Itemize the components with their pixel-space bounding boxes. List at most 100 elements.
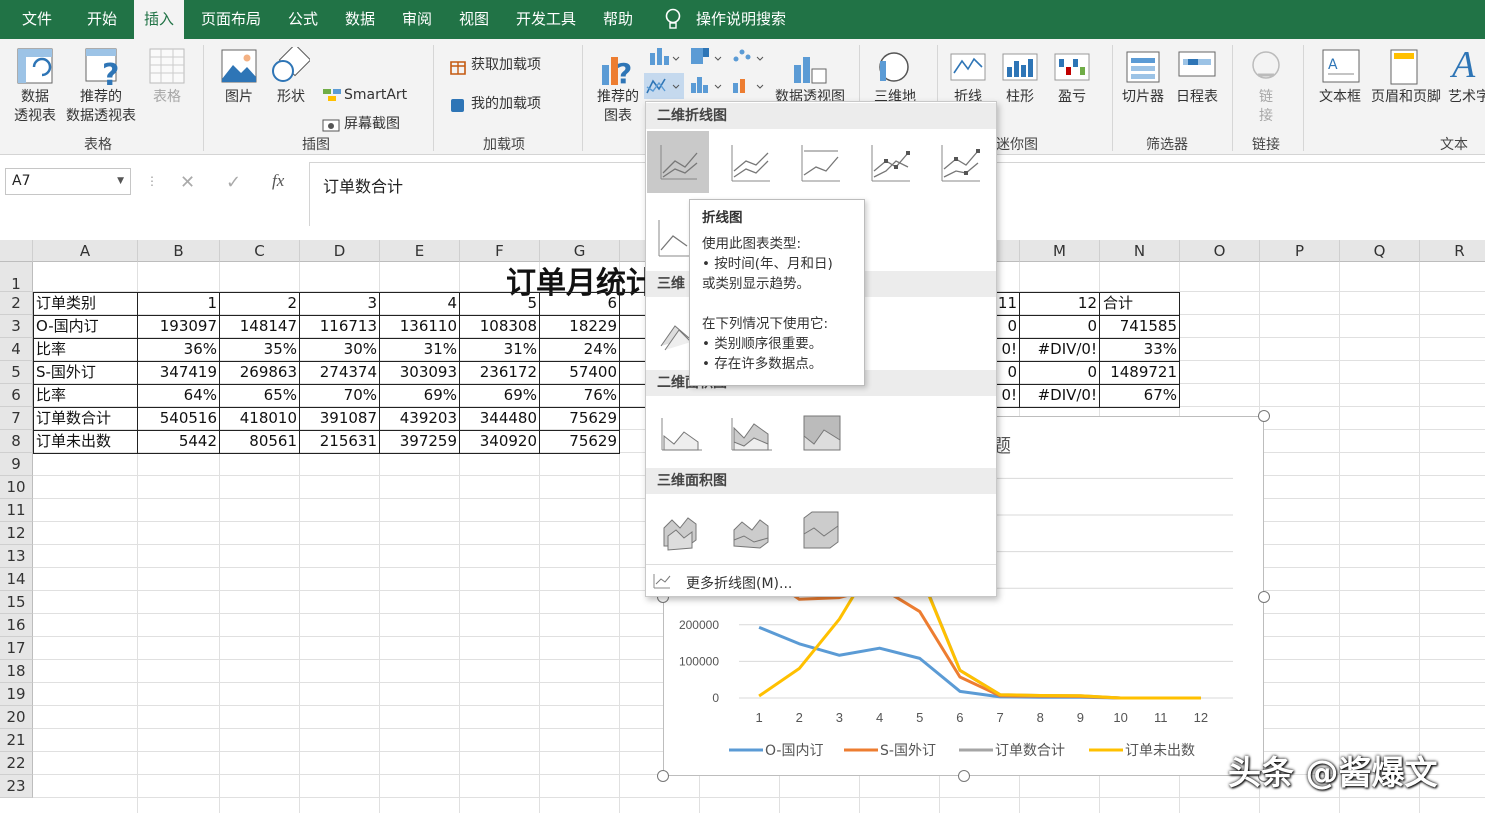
row-header-12[interactable]: 12 <box>0 522 33 545</box>
row-header-2[interactable]: 2 <box>0 292 33 315</box>
row-label-cell[interactable]: 比率 <box>33 339 138 360</box>
row-header-9[interactable]: 9 <box>0 453 33 476</box>
row-header-21[interactable]: 21 <box>0 729 33 752</box>
drag-handle-icon[interactable]: ⋮ <box>146 174 158 188</box>
data-cell[interactable]: 76% <box>540 385 620 406</box>
stacked-area-option-icon[interactable] <box>720 400 782 462</box>
row-label-cell[interactable]: 订单未出数 <box>33 431 138 452</box>
tell-me-search[interactable]: 操作说明搜索 <box>686 0 796 39</box>
data-cell[interactable]: 193097 <box>138 316 220 337</box>
data-cell[interactable]: #DIV/0! <box>1020 385 1100 406</box>
data-cell[interactable]: 12 <box>1020 293 1100 314</box>
data-cell[interactable]: 69% <box>380 385 460 406</box>
data-cell[interactable]: 2 <box>220 293 300 314</box>
data-cell[interactable]: 57400 <box>540 362 620 383</box>
column-header-q[interactable]: Q <box>1340 240 1420 262</box>
data-cell[interactable]: 35% <box>220 339 300 360</box>
sparkline-column-button[interactable]: 柱形 <box>1004 88 1036 107</box>
textbox-button[interactable]: 文本框 <box>1314 88 1366 107</box>
more-line-charts-link[interactable]: 更多折线图(M)... <box>686 573 792 593</box>
area-option-icon[interactable] <box>650 400 712 462</box>
data-cell[interactable]: #DIV/0! <box>1020 339 1100 360</box>
resize-handle[interactable] <box>1258 591 1270 603</box>
row-header-3[interactable]: 3 <box>0 315 33 338</box>
tab-insert[interactable]: 插入 <box>134 0 185 40</box>
column-header-a[interactable]: A <box>33 240 138 262</box>
get-addins-button[interactable]: 获取加载项 <box>471 56 541 75</box>
column-header-g[interactable]: G <box>540 240 620 262</box>
data-cell[interactable]: 274374 <box>300 362 380 383</box>
combo-chart-icon[interactable] <box>730 73 766 95</box>
tab-review[interactable]: 审阅 <box>392 0 442 39</box>
data-cell[interactable]: 5 <box>460 293 540 314</box>
smartart-button[interactable]: SmartArt <box>344 86 407 105</box>
row-header-4[interactable]: 4 <box>0 338 33 361</box>
data-cell[interactable]: 36% <box>138 339 220 360</box>
column-header-p[interactable]: P <box>1260 240 1340 262</box>
resize-handle[interactable] <box>958 770 970 782</box>
3d-area-option-icon[interactable] <box>650 498 712 560</box>
line-option-icon[interactable] <box>647 131 709 193</box>
data-cell[interactable]: 303093 <box>380 362 460 383</box>
cancel-icon[interactable]: ✕ <box>180 172 195 193</box>
column-header-e[interactable]: E <box>380 240 460 262</box>
data-cell[interactable]: 347419 <box>138 362 220 383</box>
row-label-cell[interactable]: O-国内订 <box>33 316 138 337</box>
data-cell[interactable]: 65% <box>220 385 300 406</box>
recommended-charts-button[interactable]: 推荐的 图表 <box>590 88 646 126</box>
data-cell[interactable]: 3 <box>300 293 380 314</box>
scatter-chart-icon[interactable] <box>730 45 766 67</box>
picture-button[interactable]: 图片 <box>218 88 260 107</box>
tab-formulas[interactable]: 公式 <box>278 0 328 39</box>
data-cell[interactable]: 64% <box>138 385 220 406</box>
data-cell[interactable]: 1 <box>138 293 220 314</box>
100-stacked-area-option-icon[interactable] <box>790 400 852 462</box>
column-header-c[interactable]: C <box>220 240 300 262</box>
data-cell[interactable]: 215631 <box>300 431 380 452</box>
3d-map-button[interactable]: 三维地 <box>870 88 920 102</box>
data-cell[interactable]: 18229 <box>540 316 620 337</box>
statistic-chart-icon[interactable] <box>688 73 724 95</box>
row-header-17[interactable]: 17 <box>0 637 33 660</box>
enter-icon[interactable]: ✓ <box>226 172 241 193</box>
tab-page-layout[interactable]: 页面布局 <box>191 0 271 39</box>
column-header-r[interactable]: R <box>1420 240 1485 262</box>
row-header-19[interactable]: 19 <box>0 683 33 706</box>
data-cell[interactable]: 75629 <box>540 408 620 429</box>
column-header-d[interactable]: D <box>300 240 380 262</box>
hierarchy-chart-icon[interactable] <box>688 45 724 67</box>
tab-view[interactable]: 视图 <box>449 0 499 39</box>
row-label-cell[interactable]: 比率 <box>33 385 138 406</box>
column-header-m[interactable]: M <box>1020 240 1100 262</box>
data-cell[interactable]: 397259 <box>380 431 460 452</box>
column-header-o[interactable]: O <box>1180 240 1260 262</box>
data-cell[interactable]: 合计 <box>1100 293 1180 314</box>
row-header-20[interactable]: 20 <box>0 706 33 729</box>
row-label-cell[interactable]: 订单数合计 <box>33 408 138 429</box>
row-header-11[interactable]: 11 <box>0 499 33 522</box>
column-header-b[interactable]: B <box>138 240 220 262</box>
tab-data[interactable]: 数据 <box>335 0 385 39</box>
row-header-14[interactable]: 14 <box>0 568 33 591</box>
tab-file[interactable]: 文件 <box>12 0 62 39</box>
column-chart-icon[interactable] <box>646 45 682 67</box>
data-cell[interactable]: 6 <box>540 293 620 314</box>
row-header-1[interactable]: 1 <box>0 262 33 293</box>
data-cell[interactable]: 5442 <box>138 431 220 452</box>
tab-help[interactable]: 帮助 <box>593 0 643 39</box>
data-cell[interactable]: 70% <box>300 385 380 406</box>
line-chart-icon[interactable] <box>644 73 684 99</box>
sparkline-winloss-button[interactable]: 盈亏 <box>1056 88 1088 107</box>
row-header-13[interactable]: 13 <box>0 545 33 568</box>
data-cell[interactable]: 344480 <box>460 408 540 429</box>
100-stacked-line-option-icon[interactable] <box>790 131 852 193</box>
pivot-chart-button[interactable]: 数据透视图 <box>770 88 850 102</box>
data-cell[interactable]: 108308 <box>460 316 540 337</box>
data-cell[interactable]: 391087 <box>300 408 380 429</box>
insert-function-icon[interactable]: fx <box>272 171 284 191</box>
data-cell[interactable]: 69% <box>460 385 540 406</box>
row-header-22[interactable]: 22 <box>0 752 33 775</box>
screenshot-button[interactable]: 屏幕截图 <box>344 115 400 134</box>
pivot-table-button[interactable]: 数据 透视表 <box>6 88 64 126</box>
wordart-button[interactable]: 艺术字 <box>1448 88 1485 107</box>
